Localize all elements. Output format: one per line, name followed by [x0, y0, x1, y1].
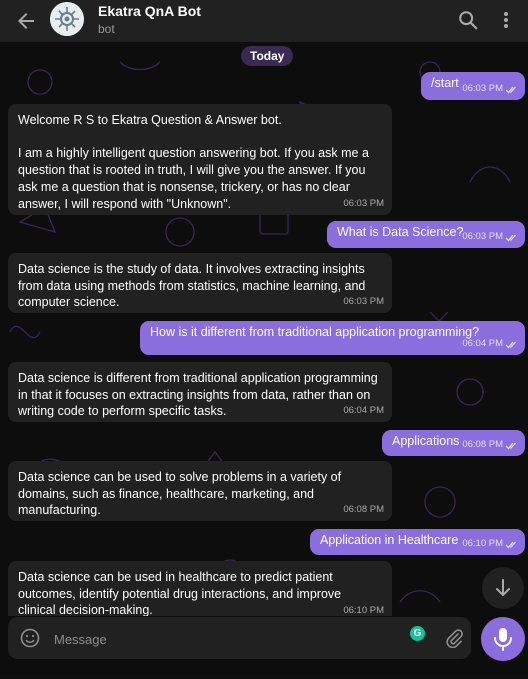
outgoing-message[interactable]: Applications 06:08 PM [382, 430, 525, 456]
back-arrow-icon[interactable] [14, 9, 38, 33]
message-text: Data science can be used in healthcare t… [18, 570, 345, 616]
message-time: 06:03 PM [462, 83, 503, 95]
message-text: Applications [392, 434, 460, 448]
message-meta: 06:03 PM [343, 196, 384, 213]
chat-title[interactable]: Ekatra QnA Bot [98, 3, 201, 19]
message-time: 06:10 PM [343, 605, 384, 616]
message-text: Welcome R S to Ekatra Question & Answer … [18, 113, 369, 211]
double-check-icon [505, 442, 516, 450]
arrow-down-icon [496, 579, 510, 596]
message-time: 06:04 PM [462, 338, 503, 350]
message-text: What is Data Science? [337, 225, 464, 239]
outgoing-message[interactable]: How is it different from traditional app… [140, 321, 525, 355]
message-time: 06:08 PM [343, 504, 384, 516]
message-meta: 06:08 PM [343, 502, 384, 519]
double-check-icon [505, 234, 516, 242]
chat-subtitle: bot [98, 22, 115, 36]
outgoing-message[interactable]: /start 06:03 PM [421, 72, 525, 100]
message-meta: 06:04 PM [462, 336, 519, 353]
message-meta: 06:03 PM [343, 294, 384, 311]
chat-header: Ekatra QnA Bot bot [0, 0, 528, 42]
message-text: Data science is different from tradition… [18, 371, 382, 419]
message-meta: 06:10 PM [462, 536, 519, 553]
message-meta: 06:10 PM [343, 603, 384, 616]
bot-avatar-icon[interactable] [50, 2, 84, 36]
message-meta: 06:08 PM [462, 437, 519, 454]
incoming-message[interactable]: Data science can be used to solve proble… [8, 461, 392, 521]
message-input[interactable] [52, 627, 396, 651]
search-icon[interactable] [457, 9, 479, 31]
grammarly-icon[interactable]: G [410, 626, 425, 641]
message-text: Data science can be used to solve proble… [18, 470, 345, 518]
message-text: How is it different from traditional app… [150, 325, 480, 339]
scroll-down-button[interactable] [482, 567, 524, 609]
message-time: 06:03 PM [343, 198, 384, 210]
message-text: Data science is the study of data. It in… [18, 262, 369, 310]
message-time: 06:04 PM [343, 405, 384, 417]
incoming-message[interactable]: Data science is the study of data. It in… [8, 253, 392, 313]
message-time: 06:03 PM [343, 296, 384, 308]
microphone-icon [494, 628, 512, 651]
date-divider: Today [241, 46, 294, 66]
emoji-icon[interactable] [20, 628, 40, 648]
message-time: 06:08 PM [462, 439, 503, 451]
double-check-icon [505, 86, 516, 94]
outgoing-message[interactable]: Application in Healthcare 06:10 PM [310, 529, 525, 555]
incoming-message[interactable]: Data science is different from tradition… [8, 362, 392, 422]
incoming-message[interactable]: Data science can be used in healthcare t… [8, 561, 392, 616]
message-meta: 06:03 PM [462, 81, 519, 98]
message-time: 06:03 PM [462, 231, 503, 243]
message-time: 06:10 PM [462, 538, 503, 550]
outgoing-message[interactable]: What is Data Science? 06:03 PM [327, 221, 525, 248]
message-text: Application in Healthcare [320, 533, 459, 547]
message-meta: 06:03 PM [462, 229, 519, 246]
message-composer: G [8, 617, 471, 659]
paperclip-icon[interactable] [444, 628, 464, 648]
double-check-icon [505, 541, 516, 549]
double-check-icon [505, 341, 516, 349]
incoming-message[interactable]: Welcome R S to Ekatra Question & Answer … [8, 104, 392, 215]
more-vert-icon[interactable] [498, 9, 514, 31]
voice-record-button[interactable] [481, 617, 525, 661]
message-text: /start [431, 76, 459, 90]
message-meta: 06:04 PM [343, 403, 384, 420]
